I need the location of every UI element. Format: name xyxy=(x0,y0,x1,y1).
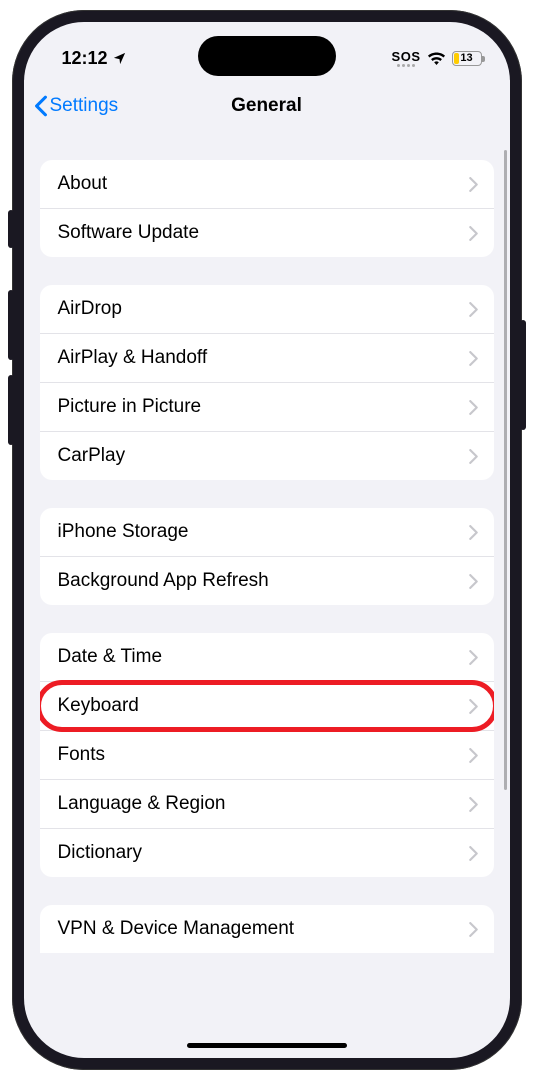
row-date-time[interactable]: Date & Time xyxy=(40,633,494,682)
row-label: iPhone Storage xyxy=(58,521,189,543)
sos-indicator: SOS xyxy=(392,50,421,67)
chevron-right-icon xyxy=(469,177,478,192)
row-label: Background App Refresh xyxy=(58,570,269,592)
settings-group: iPhone Storage Background App Refresh xyxy=(40,508,494,605)
settings-group: VPN & Device Management xyxy=(40,905,494,953)
chevron-right-icon xyxy=(469,846,478,861)
chevron-right-icon xyxy=(469,226,478,241)
row-iphone-storage[interactable]: iPhone Storage xyxy=(40,508,494,557)
row-airplay-handoff[interactable]: AirPlay & Handoff xyxy=(40,334,494,383)
silent-switch xyxy=(8,210,14,248)
chevron-right-icon xyxy=(469,699,478,714)
scroll-indicator[interactable] xyxy=(504,150,507,790)
row-label: AirDrop xyxy=(58,298,122,320)
row-keyboard[interactable]: Keyboard xyxy=(40,682,494,731)
row-label: Dictionary xyxy=(58,842,142,864)
row-label: AirPlay & Handoff xyxy=(58,347,208,369)
chevron-right-icon xyxy=(469,302,478,317)
chevron-right-icon xyxy=(469,748,478,763)
row-dictionary[interactable]: Dictionary xyxy=(40,829,494,877)
battery-icon: 13 xyxy=(452,51,482,66)
row-vpn-device-management[interactable]: VPN & Device Management xyxy=(40,905,494,953)
status-time: 12:12 xyxy=(62,48,108,69)
row-label: CarPlay xyxy=(58,445,126,467)
wifi-icon xyxy=(427,51,446,65)
back-label: Settings xyxy=(50,95,119,117)
row-label: About xyxy=(58,173,108,195)
row-background-app-refresh[interactable]: Background App Refresh xyxy=(40,557,494,605)
row-carplay[interactable]: CarPlay xyxy=(40,432,494,480)
chevron-right-icon xyxy=(469,650,478,665)
screen: 12:12 SOS 13 xyxy=(24,22,510,1058)
row-label: VPN & Device Management xyxy=(58,918,295,940)
page-title: General xyxy=(231,95,302,117)
row-language-region[interactable]: Language & Region xyxy=(40,780,494,829)
location-icon xyxy=(112,51,127,66)
row-label: Fonts xyxy=(58,744,106,766)
chevron-right-icon xyxy=(469,797,478,812)
row-label: Software Update xyxy=(58,222,200,244)
chevron-right-icon xyxy=(469,449,478,464)
settings-group: About Software Update xyxy=(40,160,494,257)
settings-group: AirDrop AirPlay & Handoff Picture in Pic… xyxy=(40,285,494,480)
power-button xyxy=(520,320,526,430)
row-airdrop[interactable]: AirDrop xyxy=(40,285,494,334)
dynamic-island xyxy=(198,36,336,76)
row-about[interactable]: About xyxy=(40,160,494,209)
row-label: Language & Region xyxy=(58,793,226,815)
row-picture-in-picture[interactable]: Picture in Picture xyxy=(40,383,494,432)
volume-down-button xyxy=(8,375,14,445)
row-label: Picture in Picture xyxy=(58,396,202,418)
phone-frame: 12:12 SOS 13 xyxy=(12,10,522,1070)
nav-bar: Settings General xyxy=(24,80,510,132)
row-label: Date & Time xyxy=(58,646,163,668)
back-button[interactable]: Settings xyxy=(34,95,119,117)
chevron-right-icon xyxy=(469,400,478,415)
row-fonts[interactable]: Fonts xyxy=(40,731,494,780)
chevron-right-icon xyxy=(469,351,478,366)
settings-group: Date & Time Keyboard Fonts Language & Re… xyxy=(40,633,494,877)
home-indicator[interactable] xyxy=(187,1043,347,1048)
row-software-update[interactable]: Software Update xyxy=(40,209,494,257)
chevron-right-icon xyxy=(469,525,478,540)
row-label: Keyboard xyxy=(58,695,139,717)
settings-content[interactable]: About Software Update AirDrop AirPlay & … xyxy=(24,132,510,1058)
chevron-right-icon xyxy=(469,922,478,937)
chevron-right-icon xyxy=(469,574,478,589)
volume-up-button xyxy=(8,290,14,360)
